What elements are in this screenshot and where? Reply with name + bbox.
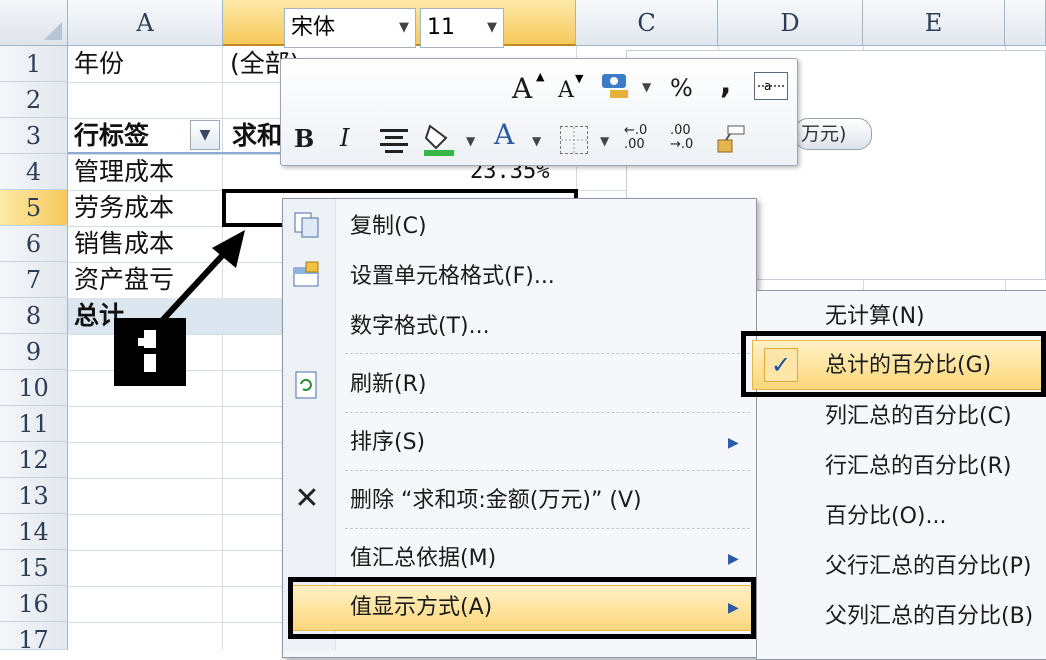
row-header-9[interactable]: 9 xyxy=(0,334,68,370)
menu-item-summarize-by[interactable]: 值汇总依据(M) xyxy=(350,539,496,579)
shrink-font-button[interactable]: A xyxy=(558,78,574,103)
font-color-button[interactable]: A xyxy=(494,118,514,151)
menu-separator xyxy=(345,353,750,354)
font-size-value: 11 xyxy=(427,15,455,40)
accounting-format-icon[interactable] xyxy=(600,70,632,102)
row-header-4[interactable]: 4 xyxy=(0,154,68,190)
select-all-triangle xyxy=(44,22,62,40)
cell-a1[interactable]: 年份 xyxy=(74,46,124,82)
decrease-decimal-button[interactable]: .00 →.0 xyxy=(670,124,704,152)
column-header-c[interactable]: C xyxy=(576,0,718,46)
annotation-box-show-values-as xyxy=(288,577,756,639)
chevron-down-icon[interactable]: ▼ xyxy=(600,134,609,148)
center-align-icon[interactable] xyxy=(378,126,410,158)
row-header-2[interactable]: 2 xyxy=(0,82,68,118)
column-header-f[interactable] xyxy=(1005,0,1046,46)
row-header-8[interactable]: 8 xyxy=(0,298,68,334)
submenu-item-percent-of-parent-column[interactable]: 父列汇总的百分比(B) xyxy=(825,597,1033,637)
font-size-combo[interactable]: 11 ▼ xyxy=(420,8,504,48)
fill-color-icon[interactable] xyxy=(422,122,458,162)
comma-style-button[interactable]: , xyxy=(720,66,731,101)
merge-center-icon[interactable]: a xyxy=(754,72,788,100)
format-painter-icon[interactable] xyxy=(714,122,748,160)
row-header-7[interactable]: 7 xyxy=(0,262,68,298)
cell-a3[interactable]: 行标签 xyxy=(74,118,149,154)
percent-style-button[interactable]: % xyxy=(670,74,693,102)
chevron-down-icon[interactable]: ▼ xyxy=(399,9,409,47)
row-header-3[interactable]: 3 xyxy=(0,118,68,154)
shrink-font-icon: ▼ xyxy=(575,72,584,85)
row-header-6[interactable]: 6 xyxy=(0,226,68,262)
column-header-d[interactable]: D xyxy=(718,0,863,46)
submenu-item-percent-of-column-total[interactable]: 列汇总的百分比(C) xyxy=(825,397,1012,437)
cell-a4[interactable]: 管理成本 xyxy=(74,154,174,190)
font-name-combo[interactable]: 宋体 ▼ xyxy=(284,8,416,48)
column-header-e[interactable]: E xyxy=(863,0,1005,46)
borders-icon[interactable] xyxy=(560,126,588,154)
chart-field-button[interactable]: 万元) xyxy=(794,118,872,150)
grow-font-button[interactable]: A xyxy=(512,72,532,105)
menu-item-copy[interactable]: 复制(C) xyxy=(350,207,427,247)
row-header-16[interactable]: 16 xyxy=(0,586,68,622)
menu-item-format-cells[interactable]: 设置单元格格式(F)... xyxy=(350,257,555,297)
row-label-filter-button[interactable]: ▼ xyxy=(190,120,220,150)
menu-item-sort[interactable]: 排序(S) xyxy=(350,423,425,463)
row-header-12[interactable]: 12 xyxy=(0,442,68,478)
chevron-down-icon[interactable]: ▼ xyxy=(532,134,541,148)
row-header-10[interactable]: 10 xyxy=(0,370,68,406)
svg-text:a: a xyxy=(764,79,771,93)
row-header-13[interactable]: 13 xyxy=(0,478,68,514)
submenu-item-percent-of-row-total[interactable]: 行汇总的百分比(R) xyxy=(825,447,1011,487)
delete-x-icon: ✕ xyxy=(294,481,320,516)
chevron-down-icon[interactable]: ▼ xyxy=(466,134,475,148)
refresh-icon xyxy=(292,370,322,400)
submenu-item-percent-of-parent-row[interactable]: 父行汇总的百分比(P) xyxy=(825,547,1031,587)
row-header-15[interactable]: 15 xyxy=(0,550,68,586)
format-cells-icon xyxy=(292,260,322,290)
grow-font-icon: ▲ xyxy=(536,70,545,83)
submenu-arrow-icon: ▶ xyxy=(728,435,739,451)
increase-decimal-button[interactable]: ←.0 .00 xyxy=(624,124,658,152)
menu-item-remove-field[interactable]: 删除 “求和项:金额(万元)” (V) xyxy=(350,481,642,521)
bold-button[interactable]: B xyxy=(294,124,314,153)
copy-icon xyxy=(292,210,322,240)
row-header-17[interactable]: 17 xyxy=(0,622,68,654)
row-header-1[interactable]: 1 xyxy=(0,46,68,82)
annotation-badge xyxy=(114,318,186,386)
annotation-box-percent-of-grand-total xyxy=(741,331,1046,397)
cell-b3[interactable]: 求和 xyxy=(232,118,282,154)
font-name-value: 宋体 xyxy=(291,15,336,40)
chevron-down-icon[interactable]: ▼ xyxy=(642,80,651,94)
row-header-11[interactable]: 11 xyxy=(0,406,68,442)
chevron-down-icon[interactable]: ▼ xyxy=(487,9,497,47)
annotation-number-icon xyxy=(138,330,156,372)
row-header-5[interactable]: 5 xyxy=(0,190,68,226)
menu-item-refresh[interactable]: 刷新(R) xyxy=(350,365,426,405)
row-header-14[interactable]: 14 xyxy=(0,514,68,550)
menu-separator xyxy=(345,412,750,413)
menu-item-number-format[interactable]: 数字格式(T)... xyxy=(350,307,490,347)
submenu-item-percent-of[interactable]: 百分比(O)... xyxy=(825,497,946,537)
column-header-a[interactable]: A xyxy=(68,0,223,46)
submenu-arrow-icon: ▶ xyxy=(728,551,739,567)
italic-button[interactable]: I xyxy=(340,124,349,152)
menu-separator xyxy=(345,528,750,529)
menu-separator xyxy=(345,470,750,471)
